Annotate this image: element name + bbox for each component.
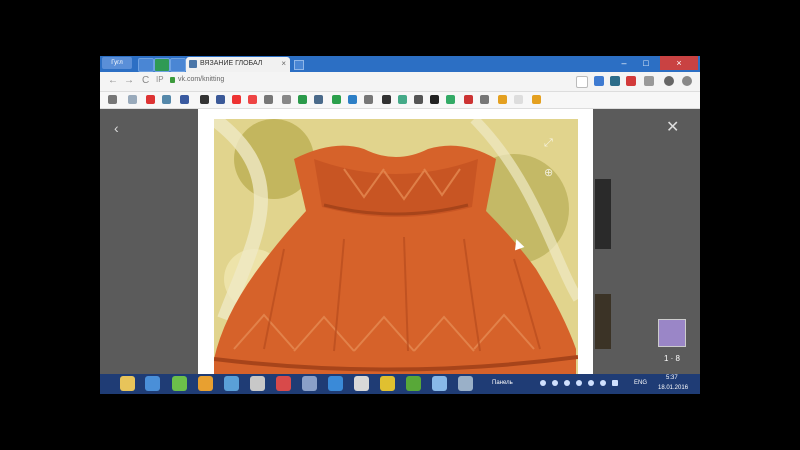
bookmark-icon[interactable] <box>232 95 241 104</box>
app-icon[interactable] <box>198 376 213 391</box>
bookmark-icon[interactable] <box>464 95 473 104</box>
bookmark-icon[interactable] <box>514 95 523 104</box>
vk-icon <box>189 60 197 68</box>
app-icon[interactable] <box>302 376 317 391</box>
photo-viewer: ‹ ✕ ⤢ ⊕ 1 · 8 <box>100 109 700 374</box>
app-icon[interactable] <box>276 376 291 391</box>
bookmark-icon[interactable] <box>298 95 307 104</box>
bookmark-icon[interactable] <box>480 95 489 104</box>
forward-button[interactable]: → <box>124 75 134 86</box>
pinned-tab-google[interactable]: Гугл <box>102 57 132 69</box>
bookmark-icon[interactable] <box>146 95 155 104</box>
bookmark-icon[interactable] <box>162 95 171 104</box>
tab-title: ВЯЗАНИЕ ГЛОБАЛ <box>200 60 263 67</box>
bookmark-icon[interactable] <box>532 95 541 104</box>
menu-icon[interactable] <box>682 76 692 86</box>
address-input[interactable]: vk.com/knitting <box>178 76 224 83</box>
app-icon[interactable] <box>328 376 343 391</box>
bookmark-icon[interactable] <box>200 95 209 104</box>
expand-icon[interactable]: ⤢ <box>544 137 553 150</box>
clock-time[interactable]: 5:37 <box>666 375 678 381</box>
extension-icon[interactable] <box>626 76 636 86</box>
avatar[interactable] <box>658 319 686 347</box>
bookmarks-bar <box>100 92 700 109</box>
bookmark-icon[interactable] <box>364 95 373 104</box>
new-tab-button[interactable] <box>294 60 304 70</box>
flag-icon[interactable] <box>612 380 618 386</box>
address-toolbar: ← → C IP vk.com/knitting <box>100 72 700 92</box>
pinned-tab[interactable] <box>170 58 186 72</box>
browser-tab-strip: Гугл ВЯЗАНИЕ ГЛОБАЛ × – □ × <box>100 56 700 72</box>
next-photo-thumbnail[interactable] <box>595 294 611 349</box>
close-window-button[interactable]: × <box>660 56 698 70</box>
app-icon[interactable] <box>172 376 187 391</box>
bookmark-icon[interactable] <box>382 95 391 104</box>
prev-photo-button[interactable]: ‹ <box>114 120 119 136</box>
lock-icon <box>170 77 175 83</box>
heart-icon[interactable] <box>576 76 588 88</box>
bookmark-icon[interactable] <box>498 95 507 104</box>
next-photo-thumbnail[interactable] <box>595 179 611 249</box>
volume-icon[interactable] <box>588 380 594 386</box>
app-icon[interactable] <box>406 376 421 391</box>
app-icon[interactable] <box>458 376 473 391</box>
bookmark-icon[interactable] <box>264 95 273 104</box>
photo-counter: 1 · 8 <box>664 354 681 363</box>
network-icon[interactable] <box>600 380 606 386</box>
language-bar-label[interactable]: Панель <box>492 380 513 386</box>
extension-icon[interactable] <box>644 76 654 86</box>
bookmark-icon[interactable] <box>398 95 407 104</box>
bookmark-icon[interactable] <box>216 95 225 104</box>
bookmark-icon[interactable] <box>180 95 189 104</box>
clock-date[interactable]: 18.01.2016 <box>658 385 688 391</box>
folder-icon[interactable] <box>120 376 135 391</box>
tray-icon[interactable] <box>564 380 570 386</box>
bookmark-icon[interactable] <box>430 95 439 104</box>
bookmark-icon[interactable] <box>332 95 341 104</box>
app-icon[interactable] <box>380 376 395 391</box>
tab-knitting[interactable]: ВЯЗАНИЕ ГЛОБАЛ × <box>186 57 290 72</box>
bookmark-icon[interactable] <box>128 95 137 104</box>
bookmark-icon[interactable] <box>108 95 117 104</box>
desktop-screen: Гугл ВЯЗАНИЕ ГЛОБАЛ × – □ × ← → C IP vk.… <box>100 56 700 394</box>
tray-icon[interactable] <box>576 380 582 386</box>
bookmark-icon[interactable] <box>282 95 291 104</box>
bookmark-icon[interactable] <box>248 95 257 104</box>
close-viewer-button[interactable]: ✕ <box>666 117 679 137</box>
bookmark-icon[interactable] <box>348 95 357 104</box>
history-icon[interactable] <box>664 76 674 86</box>
zoom-icon[interactable]: ⊕ <box>544 166 553 179</box>
chrome-icon[interactable] <box>145 376 160 391</box>
bookmark-icon[interactable] <box>414 95 423 104</box>
tab-close-button[interactable]: × <box>281 59 286 68</box>
mail-icon[interactable] <box>594 76 604 86</box>
reload-button[interactable]: C <box>142 75 149 86</box>
ip-icon[interactable]: IP <box>156 75 164 84</box>
windows-taskbar: Панель ENG 5:37 18.01.2016 <box>100 374 700 394</box>
tray-icon[interactable] <box>552 380 558 386</box>
back-button[interactable]: ← <box>108 75 118 86</box>
bookmark-icon[interactable] <box>314 95 323 104</box>
minimize-button[interactable]: – <box>614 56 634 70</box>
globe-icon[interactable] <box>610 76 620 86</box>
pinned-tab[interactable] <box>154 58 170 72</box>
opera-icon[interactable] <box>354 376 369 391</box>
app-icon[interactable] <box>250 376 265 391</box>
app-icon[interactable] <box>432 376 447 391</box>
maximize-button[interactable]: □ <box>636 56 656 70</box>
language-indicator[interactable]: ENG <box>634 380 647 386</box>
tray-icon[interactable] <box>540 380 546 386</box>
pinned-tab[interactable] <box>138 58 154 72</box>
bookmark-icon[interactable] <box>446 95 455 104</box>
app-icon[interactable] <box>224 376 239 391</box>
